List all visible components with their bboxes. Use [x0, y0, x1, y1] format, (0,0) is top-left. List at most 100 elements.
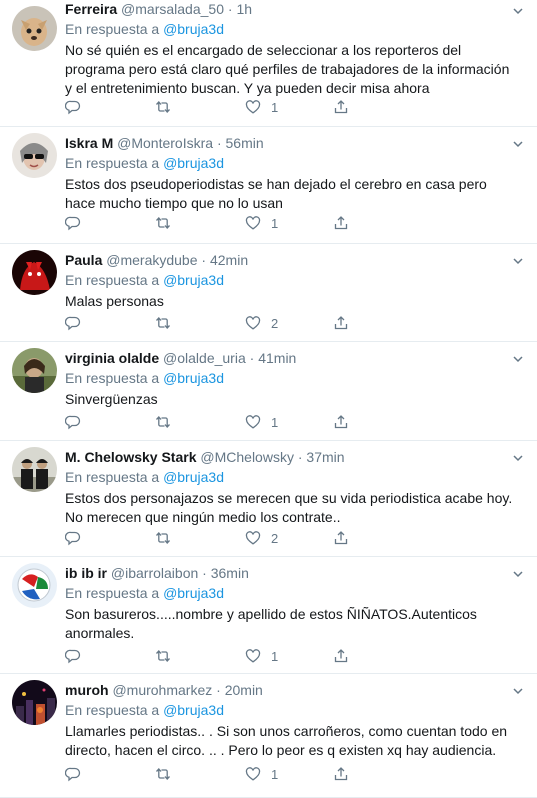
avatar[interactable]: [12, 133, 57, 178]
reply-button[interactable]: [65, 528, 81, 548]
tweet[interactable]: Paula @merakydube · 42min En respuesta a…: [0, 244, 537, 342]
share-button[interactable]: [333, 97, 349, 117]
author-name[interactable]: M. Chelowsky Stark: [65, 449, 197, 465]
retweet-button[interactable]: [155, 213, 171, 233]
avatar[interactable]: [12, 6, 57, 51]
timestamp[interactable]: 56min: [226, 135, 264, 151]
mention-link[interactable]: @bruja3d: [163, 585, 224, 601]
share-button[interactable]: [333, 528, 349, 548]
reply-prefix: En respuesta a: [65, 155, 160, 171]
reply-context: En respuesta a @bruja3d: [65, 19, 519, 39]
like-button[interactable]: 1: [245, 412, 278, 432]
mention-link[interactable]: @bruja3d: [163, 702, 224, 718]
share-button[interactable]: [333, 213, 349, 233]
share-icon: [334, 767, 348, 781]
author-handle[interactable]: @MonteroIskra: [117, 135, 213, 151]
action-bar: 1: [65, 412, 365, 432]
like-button[interactable]: 1: [245, 213, 278, 233]
mention-link[interactable]: @bruja3d: [163, 272, 224, 288]
chevron-down-icon[interactable]: [511, 4, 525, 18]
chevron-down-icon[interactable]: [511, 567, 525, 581]
author-handle[interactable]: @ibarrolaibon: [111, 565, 198, 581]
author-name[interactable]: Iskra M: [65, 135, 113, 151]
like-button[interactable]: 1: [245, 646, 278, 666]
retweet-button[interactable]: [155, 528, 171, 548]
avatar[interactable]: [12, 250, 57, 295]
reply-button[interactable]: [65, 646, 81, 666]
separator-dot: ·: [216, 135, 222, 151]
share-icon: [334, 100, 348, 114]
tweet[interactable]: M. Chelowsky Stark @MChelowsky · 37min E…: [0, 441, 537, 557]
avatar[interactable]: [12, 348, 57, 393]
share-icon: [334, 649, 348, 663]
timestamp[interactable]: 41min: [258, 350, 296, 366]
reply-icon: [65, 649, 81, 664]
share-icon: [334, 316, 348, 330]
mention-link[interactable]: @bruja3d: [163, 469, 224, 485]
reply-button[interactable]: [65, 412, 81, 432]
reply-icon: [65, 531, 81, 546]
avatar[interactable]: [12, 680, 57, 725]
author-handle[interactable]: @MChelowsky: [200, 449, 294, 465]
retweet-icon: [156, 650, 170, 662]
tweet[interactable]: virginia olalde @olalde_uria · 41min En …: [0, 342, 537, 441]
chevron-down-icon[interactable]: [511, 684, 525, 698]
timestamp[interactable]: 42min: [210, 252, 248, 268]
tweet[interactable]: ib ib ir @ibarrolaibon · 36min En respue…: [0, 557, 537, 674]
author-handle[interactable]: @murohmarkez: [112, 682, 212, 698]
reply-button[interactable]: [65, 313, 81, 333]
mention-link[interactable]: @bruja3d: [163, 370, 224, 386]
like-button[interactable]: 1: [245, 764, 278, 784]
reply-button[interactable]: [65, 764, 81, 784]
chevron-down-icon[interactable]: [511, 451, 525, 465]
like-icon: [245, 415, 261, 429]
like-count: 1: [271, 648, 279, 664]
timestamp[interactable]: 20min: [225, 682, 263, 698]
author-name[interactable]: Paula: [65, 252, 102, 268]
author-handle[interactable]: @merakydube: [106, 252, 197, 268]
author-name[interactable]: ib ib ir: [65, 565, 107, 581]
retweet-button[interactable]: [155, 764, 171, 784]
reply-button[interactable]: [65, 213, 81, 233]
retweet-button[interactable]: [155, 313, 171, 333]
separator-dot: ·: [249, 350, 255, 366]
share-button[interactable]: [333, 646, 349, 666]
avatar[interactable]: [12, 563, 57, 608]
action-bar: 1: [65, 646, 365, 666]
like-count: 1: [271, 215, 279, 231]
retweet-button[interactable]: [155, 412, 171, 432]
share-icon: [334, 531, 348, 545]
author-name[interactable]: muroh: [65, 682, 109, 698]
like-button[interactable]: 2: [245, 313, 278, 333]
reply-button[interactable]: [65, 97, 81, 117]
timestamp[interactable]: 1h: [236, 1, 252, 17]
retweet-button[interactable]: [155, 97, 171, 117]
like-button[interactable]: 2: [245, 528, 278, 548]
retweet-button[interactable]: [155, 646, 171, 666]
like-button[interactable]: 1: [245, 97, 278, 117]
author-handle[interactable]: @olalde_uria: [163, 350, 246, 366]
tweet[interactable]: Iskra M @MonteroIskra · 56min En respues…: [0, 127, 537, 244]
chevron-down-icon[interactable]: [511, 137, 525, 151]
tweet[interactable]: Ferreira @marsalada_50 · 1h En respuesta…: [0, 0, 537, 127]
chevron-down-icon[interactable]: [511, 254, 525, 268]
timestamp[interactable]: 37min: [306, 449, 344, 465]
author-name[interactable]: Ferreira: [65, 1, 117, 17]
reply-icon: [65, 316, 81, 331]
tweet-text: Estos dos pseudoperiodistas se han dejad…: [65, 176, 487, 211]
share-button[interactable]: [333, 764, 349, 784]
tweet[interactable]: muroh @murohmarkez · 20min En respuesta …: [0, 674, 537, 798]
reply-context: En respuesta a @bruja3d: [65, 153, 519, 173]
author-name[interactable]: virginia olalde: [65, 350, 159, 366]
tweet-text: Llamarles periodistas.. . Si son unos ca…: [65, 723, 508, 758]
mention-link[interactable]: @bruja3d: [163, 155, 224, 171]
reply-prefix: En respuesta a: [65, 21, 160, 37]
timestamp[interactable]: 36min: [211, 565, 249, 581]
chevron-down-icon[interactable]: [511, 352, 525, 366]
replies-feed: Ferreira @marsalada_50 · 1h En respuesta…: [0, 0, 537, 798]
author-handle[interactable]: @marsalada_50: [121, 1, 224, 17]
mention-link[interactable]: @bruja3d: [163, 21, 224, 37]
avatar[interactable]: [12, 447, 57, 492]
share-button[interactable]: [333, 412, 349, 432]
share-button[interactable]: [333, 313, 349, 333]
